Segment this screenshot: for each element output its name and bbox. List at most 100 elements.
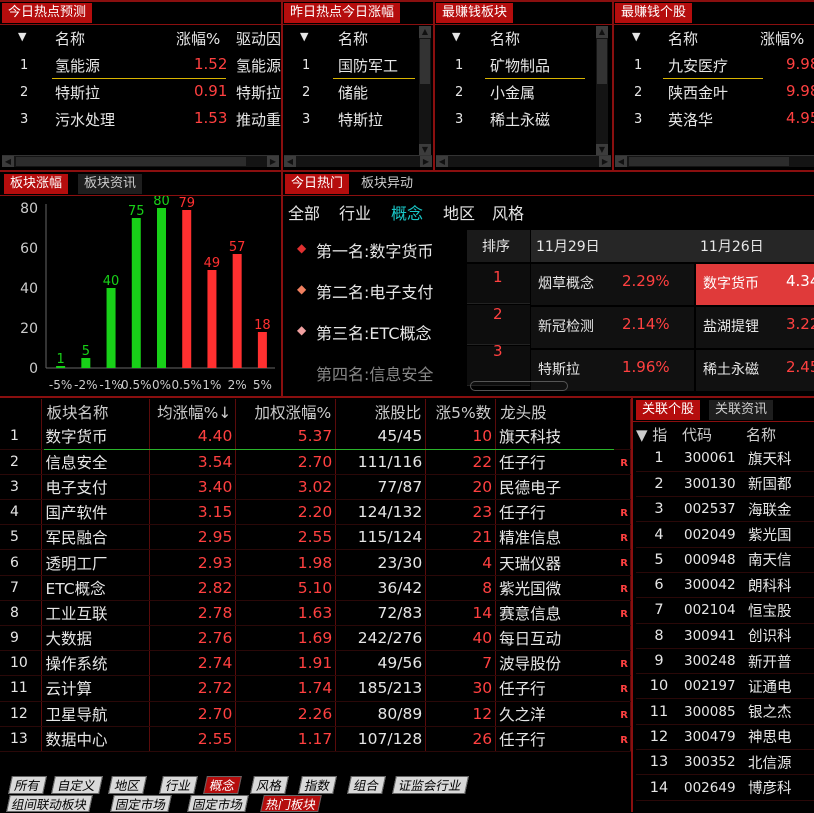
- related-row[interactable]: 11 300085 银之杰: [636, 698, 814, 725]
- table-row[interactable]: 2 信息安全 3.54 2.70 111/116 22 任子行 R: [0, 449, 631, 475]
- leader-stock[interactable]: 波导股份 R: [495, 650, 631, 677]
- leader-stock-name[interactable]: 波导股份: [499, 655, 561, 673]
- table-row[interactable]: 1 数字货币 4.40 5.37 45/45 10 旗天科技: [0, 424, 631, 450]
- scroll-left-icon[interactable]: ◀: [2, 156, 14, 167]
- bottom-tab2-3[interactable]: 热门板块: [260, 795, 322, 812]
- stock-code[interactable]: 300061: [682, 446, 746, 472]
- related-row[interactable]: 3 002537 海联金: [636, 496, 814, 523]
- scrollbar-panel3[interactable]: ▲ ▼: [596, 26, 608, 156]
- rank-item-2[interactable]: 第二名:电子支付: [316, 279, 433, 303]
- leader-stock[interactable]: 民德电子: [495, 474, 631, 501]
- hscroll-hot[interactable]: [470, 381, 568, 391]
- col-header-2[interactable]: 均涨幅%↓: [149, 399, 237, 424]
- leader-stock-name[interactable]: 天瑞仪器: [499, 555, 561, 573]
- hot-sector-name[interactable]: 稀土永磁: [703, 359, 759, 379]
- panel-cell[interactable]: 小金属: [490, 82, 535, 103]
- sector-name[interactable]: 操作系统: [41, 650, 151, 677]
- table-row[interactable]: 11 云计算 2.72 1.74 185/213 30 任子行 R: [0, 675, 631, 702]
- col-header-5[interactable]: 涨5%数: [425, 399, 497, 424]
- leader-stock-name[interactable]: 每日互动: [499, 630, 561, 648]
- leader-stock[interactable]: 久之洋 R: [495, 701, 631, 727]
- stock-name[interactable]: 南天信: [746, 547, 814, 573]
- related-header-1[interactable]: 代码: [682, 422, 746, 446]
- table-row[interactable]: 6 透明工厂 2.93 1.98 23/30 4 天瑞仪器 R: [0, 549, 631, 576]
- bottom-tab-3[interactable]: 行业: [159, 776, 198, 794]
- bar-2[interactable]: [106, 288, 116, 368]
- subtab-4[interactable]: 风格: [492, 200, 524, 224]
- stock-name[interactable]: 博彦科: [746, 774, 814, 801]
- related-row[interactable]: 2 300130 新国都: [636, 471, 814, 498]
- sector-name[interactable]: 数据中心: [41, 726, 151, 752]
- leader-stock-name[interactable]: 任子行: [499, 454, 546, 472]
- leader-stock[interactable]: 天瑞仪器 R: [495, 549, 631, 576]
- scroll-thumb[interactable]: [597, 39, 607, 84]
- leader-stock-name[interactable]: 旗天科技: [499, 428, 561, 446]
- panel-cell[interactable]: 国防军工: [338, 55, 398, 76]
- table-row[interactable]: 4 国产软件 3.15 2.20 124/132 23 任子行 R: [0, 499, 631, 526]
- sector-name[interactable]: 信息安全: [41, 449, 151, 475]
- bar-5[interactable]: [182, 210, 192, 368]
- date-header-1[interactable]: 11月29日: [536, 236, 600, 256]
- stock-code[interactable]: 002049: [682, 521, 746, 548]
- sector-name[interactable]: ETC概念: [41, 575, 151, 601]
- date-header-2[interactable]: 11月26日: [700, 236, 764, 256]
- bar-8[interactable]: [257, 332, 267, 368]
- leader-stock[interactable]: 精准信息 R: [495, 524, 631, 551]
- stock-code[interactable]: 002649: [682, 774, 746, 801]
- related-row[interactable]: 13 300352 北信源: [636, 749, 814, 776]
- col-header-change[interactable]: 涨幅%: [176, 28, 220, 49]
- stock-name[interactable]: 神思电: [746, 724, 814, 751]
- panel-title-top-stock[interactable]: 最赚钱个股: [615, 3, 693, 23]
- col-header-4[interactable]: 涨股比: [335, 399, 427, 424]
- related-row[interactable]: 14 002649 博彦科: [636, 774, 814, 801]
- leader-stock-name[interactable]: 任子行: [499, 731, 546, 749]
- bar-3[interactable]: [131, 218, 141, 368]
- stock-name[interactable]: 旗天科: [746, 446, 814, 472]
- sector-name[interactable]: 卫星导航: [41, 701, 151, 727]
- scrollbar-panel2[interactable]: ▲ ▼: [419, 26, 431, 156]
- sector-name[interactable]: 工业互联: [41, 600, 151, 627]
- col-header-3[interactable]: 加权涨幅%: [235, 399, 337, 424]
- stock-name[interactable]: 银之杰: [746, 698, 814, 725]
- stock-code[interactable]: 002104: [682, 597, 746, 624]
- bottom-tab2-2[interactable]: 固定市场: [187, 795, 249, 812]
- col-header-driver[interactable]: 驱动因: [236, 28, 281, 49]
- panel-cell[interactable]: 矿物制品: [490, 55, 550, 76]
- sector-name[interactable]: 军民融合: [41, 524, 151, 551]
- related-header-0[interactable]: ▼ 指: [636, 422, 682, 446]
- col-header-name[interactable]: 名称: [668, 28, 698, 49]
- tab-related-stocks[interactable]: 关联个股: [636, 400, 701, 420]
- leader-stock-name[interactable]: 任子行: [499, 504, 546, 522]
- leader-stock[interactable]: 每日互动: [495, 625, 631, 652]
- panel-cell[interactable]: 氢能源: [55, 55, 100, 76]
- stock-name[interactable]: 紫光国: [746, 521, 814, 548]
- sector-name[interactable]: 国产软件: [41, 499, 151, 526]
- rank-item-4[interactable]: 第四名:信息安全: [316, 361, 433, 385]
- subtab-0[interactable]: 全部: [288, 200, 320, 224]
- hot-sector-name[interactable]: 烟草概念: [538, 273, 594, 293]
- stock-name[interactable]: 证通电: [746, 673, 814, 700]
- stock-code[interactable]: 300941: [682, 623, 746, 649]
- scroll-thumb[interactable]: [629, 157, 789, 166]
- table-row[interactable]: 3 电子支付 3.40 3.02 77/87 20 民德电子: [0, 474, 631, 501]
- table-row[interactable]: 7 ETC概念 2.82 5.10 36/42 8 紫光国微 R: [0, 575, 631, 601]
- bottom-tab-0[interactable]: 所有: [8, 776, 47, 794]
- leader-stock[interactable]: 旗天科技: [495, 424, 631, 450]
- leader-stock[interactable]: 任子行 R: [495, 499, 631, 526]
- leader-stock-name[interactable]: 任子行: [499, 680, 546, 698]
- hot-sector-name[interactable]: 新冠检测: [538, 316, 594, 336]
- related-header-2[interactable]: 名称: [746, 422, 814, 446]
- leader-stock[interactable]: 紫光国微 R: [495, 575, 631, 601]
- tab-sector-movement[interactable]: 板块异动: [355, 174, 420, 194]
- scroll-up-icon[interactable]: ▲: [419, 26, 431, 38]
- stock-name[interactable]: 创识科: [746, 623, 814, 649]
- table-row[interactable]: 5 军民融合 2.95 2.55 115/124 21 精准信息 R: [0, 524, 631, 551]
- col-header-name[interactable]: 名称: [55, 28, 85, 49]
- bottom-tab-2[interactable]: 地区: [108, 776, 147, 794]
- tab-today-hot[interactable]: 今日热门: [285, 174, 350, 194]
- sector-name[interactable]: 大数据: [41, 625, 151, 652]
- rank-item-3[interactable]: 第三名:ETC概念: [316, 320, 432, 344]
- stock-name[interactable]: 北信源: [746, 749, 814, 776]
- related-row[interactable]: 5 000948 南天信: [636, 547, 814, 573]
- scroll-left-icon[interactable]: ◀: [284, 156, 296, 167]
